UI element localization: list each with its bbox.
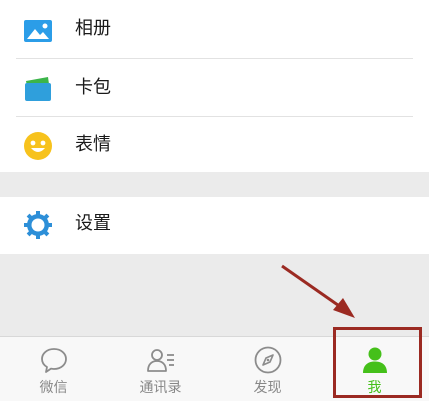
annotation-highlight-box xyxy=(333,327,422,398)
